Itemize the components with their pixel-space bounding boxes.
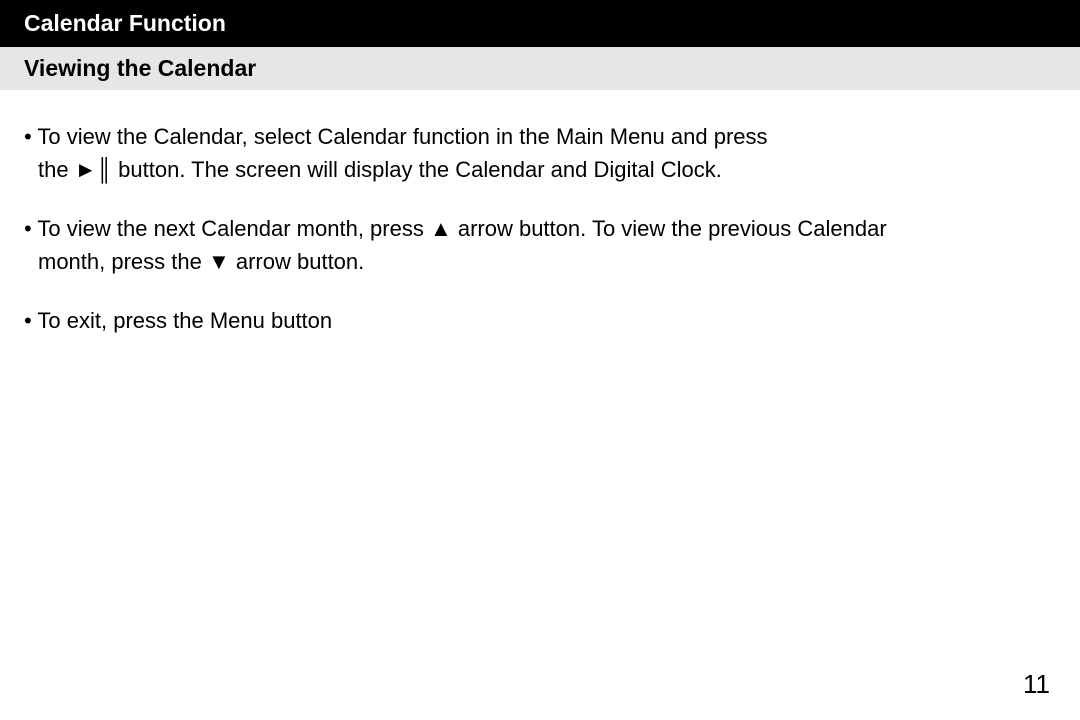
bullet-text: month, press the ▼ arrow button. bbox=[24, 245, 1056, 278]
bullet-item: • To exit, press the Menu button bbox=[24, 304, 1056, 337]
subsection-header-bar: Viewing the Calendar bbox=[0, 47, 1080, 90]
bullet-text: • To view the next Calendar month, press… bbox=[24, 212, 1056, 245]
bullet-text: the ►║ button. The screen will display t… bbox=[24, 153, 1056, 186]
bullet-item: • To view the next Calendar month, press… bbox=[24, 212, 1056, 278]
subsection-title: Viewing the Calendar bbox=[24, 55, 1056, 82]
bullet-item: • To view the Calendar, select Calendar … bbox=[24, 120, 1056, 186]
manual-page: Calendar Function Viewing the Calendar •… bbox=[0, 0, 1080, 720]
bullet-text: • To exit, press the Menu button bbox=[24, 304, 1056, 337]
section-header-bar: Calendar Function bbox=[0, 0, 1080, 47]
section-title: Calendar Function bbox=[24, 10, 1056, 37]
bullet-text: • To view the Calendar, select Calendar … bbox=[24, 120, 1056, 153]
body-content: • To view the Calendar, select Calendar … bbox=[0, 90, 1080, 337]
page-number: 11 bbox=[1023, 669, 1050, 700]
